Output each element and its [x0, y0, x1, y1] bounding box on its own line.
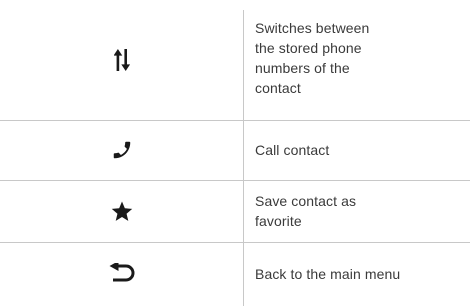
legend-row-call: Call contact	[0, 120, 470, 180]
legend-row-switch-number: Switches between the stored phone number…	[0, 0, 470, 120]
description-cell: Back to the main menu	[255, 242, 466, 306]
legend-row-back: Back to the main menu	[0, 242, 470, 306]
icon-cell	[0, 242, 243, 306]
icon-legend-table: Switches between the stored phone number…	[0, 0, 470, 306]
icon-cell	[0, 180, 243, 242]
row-description: Call contact	[255, 142, 330, 158]
icon-cell	[0, 120, 243, 180]
back-return-icon	[109, 263, 135, 285]
description-cell: Switches between the stored phone number…	[255, 0, 466, 120]
swap-updown-icon	[113, 48, 130, 72]
description-cell: Call contact	[255, 120, 466, 180]
row-description: Save contact as favorite	[255, 193, 357, 229]
legend-row-favorite: Save contact as favorite	[0, 180, 470, 242]
star-icon	[111, 200, 133, 222]
icon-cell	[0, 0, 243, 120]
description-cell: Save contact as favorite	[255, 180, 466, 242]
phone-icon	[111, 139, 133, 161]
row-description: Back to the main menu	[255, 266, 401, 282]
row-description: Switches between the stored phone number…	[255, 20, 370, 96]
